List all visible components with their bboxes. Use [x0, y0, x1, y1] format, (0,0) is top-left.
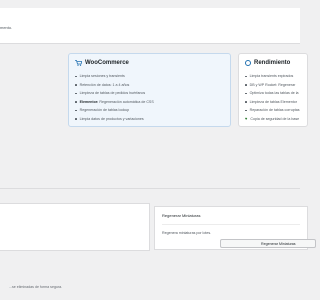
regenerar-description: Regenera miniaturas por lotes.	[162, 231, 212, 235]
list-item: Limpieza de tablas Elementor	[245, 98, 301, 107]
footer-note: ...se eliminadas de forma segura.	[9, 285, 63, 289]
notice-bar: mento.	[0, 8, 300, 44]
list-item: Limpieza de tablas de pedidos huérfanos	[75, 89, 224, 98]
section-divider	[0, 188, 300, 189]
list-item: Elementor: Regeneración automática de CS…	[75, 98, 224, 107]
list-item: ♥ Copia de seguridad de la base	[245, 115, 301, 124]
woocommerce-card: WooCommerce Limpia sesiones y transients…	[68, 53, 231, 127]
list-item: Limpia sesiones y transients	[75, 72, 224, 81]
regenerar-title: Regenerar Miniaturas	[162, 213, 300, 225]
regenerar-miniaturas-panel: Regenerar Miniaturas Regenera miniaturas…	[154, 206, 316, 250]
list-item: Limpia transients expirados	[245, 72, 301, 81]
list-item: DB y WP Rocket: Regenerar	[245, 81, 301, 90]
cart-icon	[75, 60, 82, 66]
rendimiento-card-title: Rendimiento	[245, 60, 301, 66]
list-item: Limpia datos de productos y variaciones	[75, 115, 224, 124]
list-item: Regeneración de tablas lookup	[75, 106, 224, 115]
list-item: Retención de datos: 1 a 4 años	[75, 81, 224, 90]
regenerar-miniaturas-button[interactable]: Regenerar Miniaturas	[220, 239, 316, 248]
list-item: Reparación de tablas corruptas	[245, 106, 301, 115]
shield-icon: ♥	[245, 115, 248, 121]
list-item: Optimiza todas las tablas de la	[245, 89, 301, 98]
woocommerce-feature-list: Limpia sesiones y transients Retención d…	[75, 72, 224, 124]
rendimiento-feature-list: Limpia transients expirados DB y WP Rock…	[245, 72, 301, 124]
left-panel	[0, 203, 150, 251]
woocommerce-card-title: WooCommerce	[75, 60, 224, 66]
rendimiento-card: Rendimiento Limpia transients expirados …	[238, 53, 308, 127]
notice-text: mento.	[0, 25, 13, 30]
clock-icon	[245, 60, 251, 66]
